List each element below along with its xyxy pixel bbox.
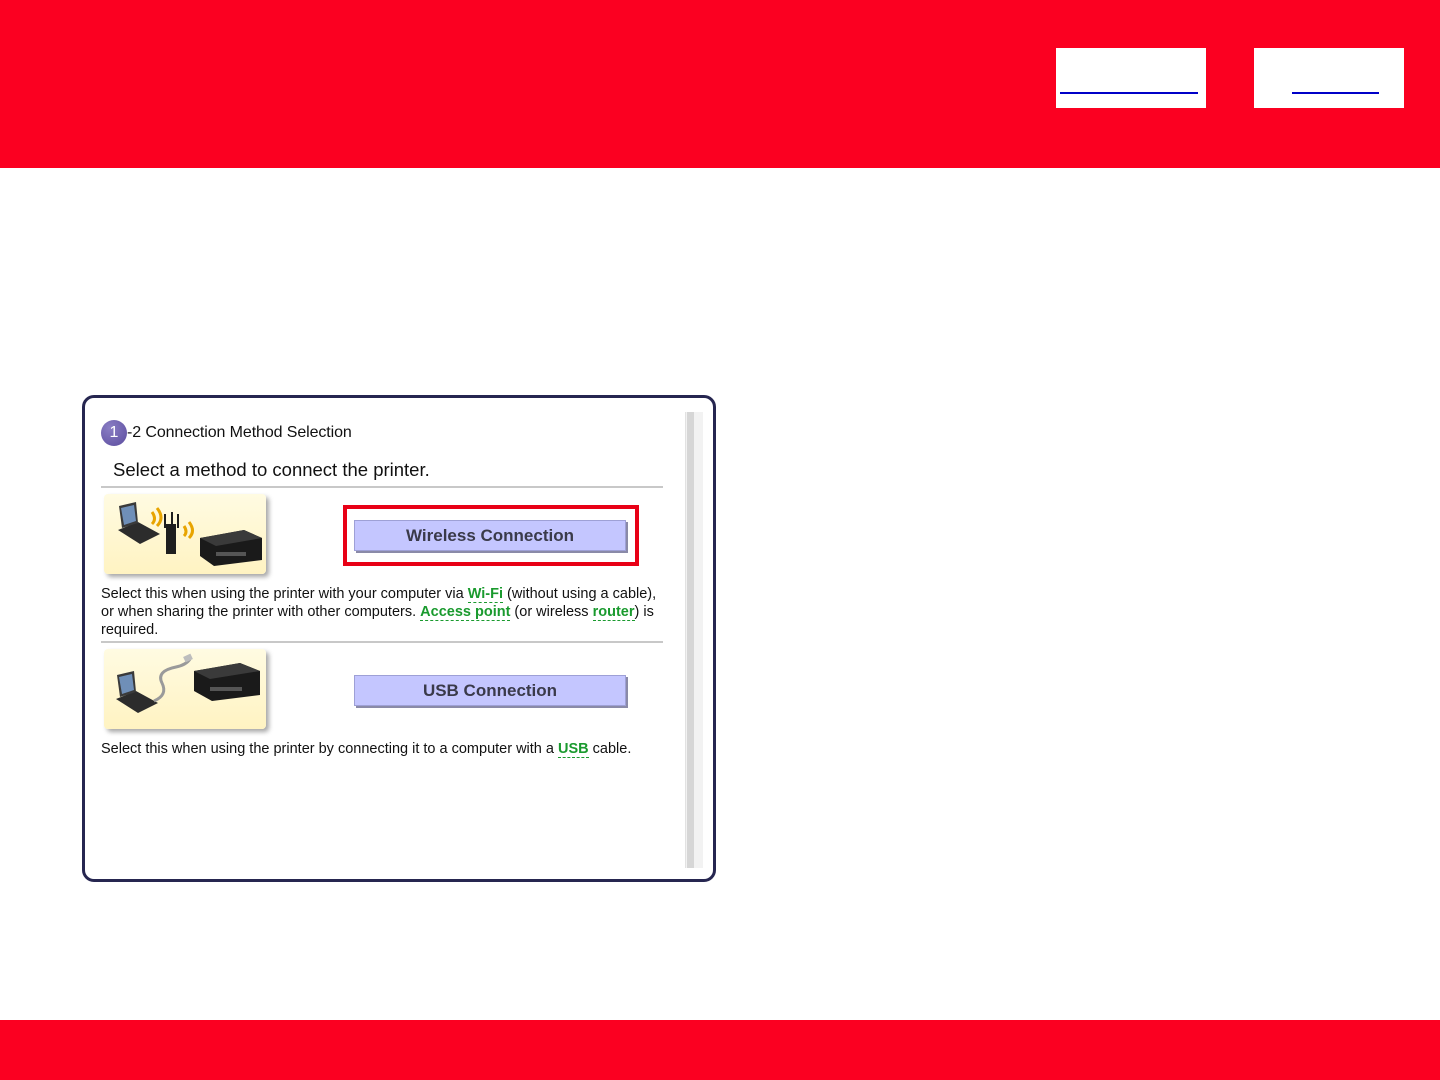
usb-illustration-icon [104,649,266,729]
usb-connection-button[interactable]: USB Connection [354,675,626,706]
wifi-term-link[interactable]: Wi-Fi [467,586,504,603]
wireless-desc-text-1: Select this when using the printer with … [101,586,468,602]
step-title: -2 Connection Method Selection [127,424,352,441]
usb-desc-text-2: cable. [588,741,632,757]
wireless-connection-button[interactable]: Wireless Connection [354,520,626,551]
step-header: 1 -2 Connection Method Selection [101,420,352,446]
page: 1 -2 Connection Method Selection Select … [0,0,1440,1080]
wireless-description: Select this when using the printer with … [101,585,671,639]
usb-term-link[interactable]: USB [558,741,589,758]
connection-method-panel: 1 -2 Connection Method Selection Select … [82,395,716,882]
footer-bar [0,1020,1440,1080]
access-point-term-link[interactable]: Access point [420,604,511,621]
nav-link-right[interactable] [1292,76,1379,94]
nav-box-left[interactable] [1056,48,1206,108]
usb-desc-text-1: Select this when using the printer by co… [101,741,558,757]
wireless-illustration-icon [104,494,266,574]
nav-link-left[interactable] [1060,76,1198,94]
divider [101,641,663,643]
instruction-text: Select a method to connect the printer. [113,459,430,480]
header-bar [0,0,1440,168]
wireless-desc-text-3: (or wireless [510,604,593,620]
divider [101,486,663,488]
usb-description: Select this when using the printer by co… [101,740,671,758]
step-number-badge: 1 [101,420,127,446]
panel-scrollbar[interactable] [685,412,703,868]
nav-box-right[interactable] [1254,48,1404,108]
router-term-link[interactable]: router [592,604,635,621]
scrollbar-thumb[interactable] [687,412,694,868]
